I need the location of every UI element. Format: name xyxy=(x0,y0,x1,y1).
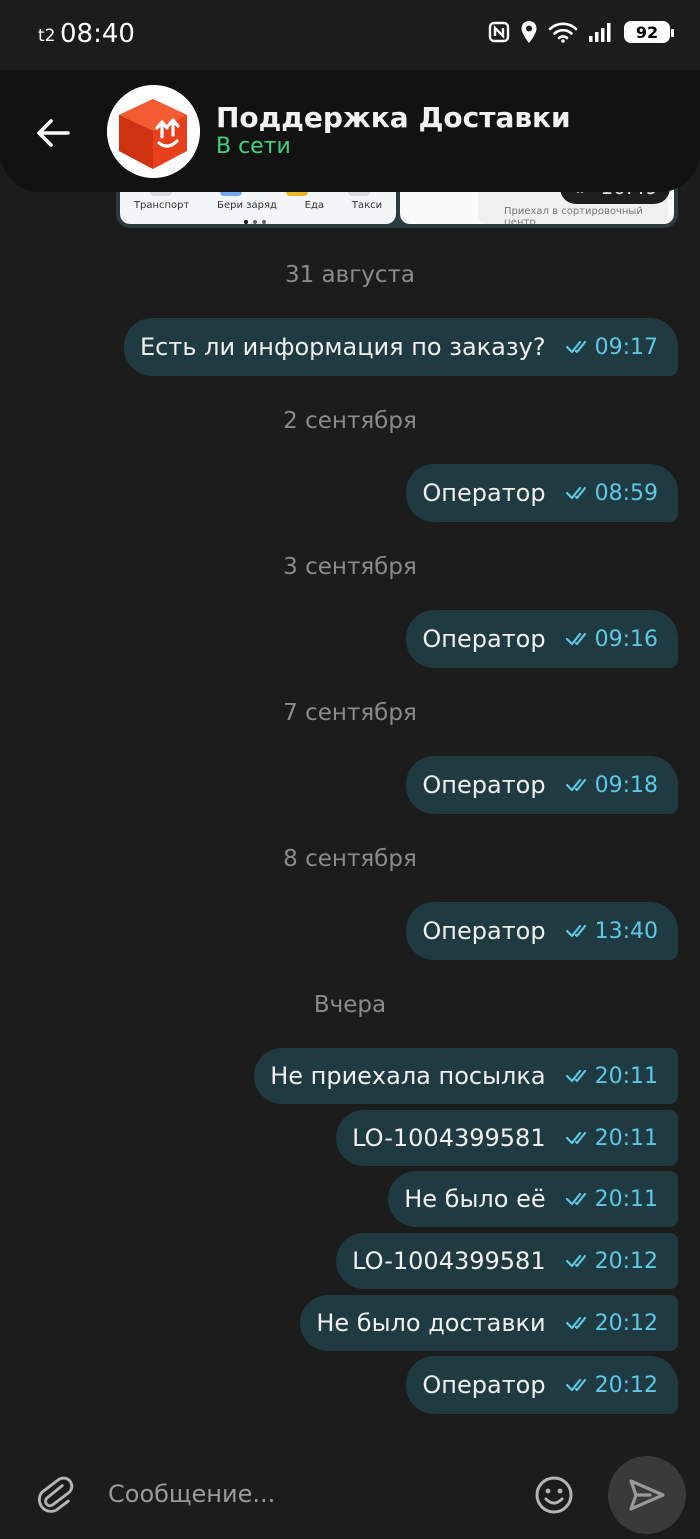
delivery-box-logo-icon xyxy=(107,85,200,178)
contact-name[interactable]: Поддержка Доставки xyxy=(216,101,571,134)
app-label: Еда xyxy=(304,200,325,211)
attach-button[interactable] xyxy=(32,1472,76,1516)
date-separator: Вчера xyxy=(313,992,387,1018)
double-check-icon xyxy=(565,1131,586,1145)
date-separator: 2 сентября xyxy=(283,408,417,434)
message-text: LO-1004399581 xyxy=(352,1247,546,1275)
message-meta: 20:11 xyxy=(565,1063,658,1089)
carrier-label: t2 xyxy=(38,26,56,46)
date-separator: 7 сентября xyxy=(283,700,417,726)
double-check-icon xyxy=(565,632,586,646)
outgoing-message[interactable]: Не было её 20:11 xyxy=(388,1171,678,1227)
message-input[interactable] xyxy=(108,1474,508,1514)
double-check-icon xyxy=(565,778,586,792)
message-text: Оператор xyxy=(422,479,546,507)
status-bar: t2 08:40 92 xyxy=(0,0,700,70)
location-icon xyxy=(521,21,537,43)
message-meta: 20:12 xyxy=(565,1372,658,1398)
outgoing-message[interactable]: Есть ли информация по заказу? 09:17 xyxy=(123,318,678,376)
message-meta: 08:59 xyxy=(565,480,658,506)
message-time: 09:16 xyxy=(594,626,658,652)
message-time: 20:11 xyxy=(594,1063,658,1089)
message-text: LO-1004399581 xyxy=(352,1124,546,1152)
message-meta: 20:11 xyxy=(565,1125,658,1151)
double-check-icon xyxy=(565,1316,586,1330)
message-time: 20:12 xyxy=(594,1248,658,1274)
message-text: Не приехала посылка xyxy=(270,1062,546,1090)
send-button[interactable] xyxy=(608,1456,686,1534)
message-text: Есть ли информация по заказу? xyxy=(139,333,546,361)
send-icon xyxy=(629,1479,665,1511)
double-check-icon xyxy=(565,924,586,938)
message-meta: 09:17 xyxy=(565,334,658,360)
message-meta: 20:11 xyxy=(565,1186,658,1212)
compose-bar xyxy=(0,1448,700,1539)
double-check-icon xyxy=(565,1378,586,1392)
signal-icon xyxy=(589,23,611,42)
message-time: 13:40 xyxy=(594,918,658,944)
message-time: 20:11 xyxy=(594,1186,658,1212)
message-text: Оператор xyxy=(422,1371,546,1399)
message-time: 08:59 xyxy=(594,480,658,506)
outgoing-message[interactable]: LO-1004399581 20:12 xyxy=(336,1233,678,1289)
message-time: 09:17 xyxy=(594,334,658,360)
message-meta: 20:12 xyxy=(565,1248,658,1274)
message-meta: 20:12 xyxy=(565,1310,658,1336)
outgoing-message[interactable]: Оператор 20:12 xyxy=(406,1356,678,1414)
message-text: Оператор xyxy=(422,771,546,799)
double-check-icon xyxy=(565,486,586,500)
outgoing-message[interactable]: Не приехала посылка 20:11 xyxy=(254,1048,678,1104)
double-check-icon xyxy=(565,1254,586,1268)
message-time: 20:12 xyxy=(594,1372,658,1398)
message-time: 20:12 xyxy=(594,1310,658,1336)
app-label: Такси xyxy=(351,200,383,211)
paperclip-icon xyxy=(37,1476,74,1513)
message-text: Не было доставки xyxy=(316,1309,546,1337)
wifi-icon xyxy=(548,22,578,43)
message-text: Оператор xyxy=(422,917,546,945)
date-separator: 8 сентября xyxy=(283,846,417,872)
message-time: 20:11 xyxy=(594,1125,658,1151)
back-button[interactable] xyxy=(30,110,76,156)
double-check-icon xyxy=(565,1069,586,1083)
message-meta: 09:16 xyxy=(565,626,658,652)
contact-status: В сети xyxy=(216,134,291,159)
chat-header: Поддержка Доставки В сети xyxy=(0,70,700,192)
carousel-dots xyxy=(244,220,266,224)
message-meta: 09:18 xyxy=(565,772,658,798)
message-text: Оператор xyxy=(422,625,546,653)
date-separator: 3 сентября xyxy=(283,554,417,580)
emoji-button[interactable] xyxy=(532,1473,576,1517)
nfc-icon xyxy=(488,21,510,43)
message-list[interactable]: 31 августа Есть ли информация по заказу? 0… xyxy=(0,0,700,1539)
app-label: Бери заряд xyxy=(217,200,277,211)
smiley-icon xyxy=(535,1476,573,1514)
message-time: 09:18 xyxy=(594,772,658,798)
outgoing-message[interactable]: Оператор 08:59 xyxy=(406,464,678,522)
outgoing-message[interactable]: Не было доставки 20:12 xyxy=(300,1295,678,1351)
battery-level: 92 xyxy=(635,22,659,42)
double-check-icon xyxy=(565,340,586,354)
tracking-card-text: Приехал в сортировочный центр xyxy=(504,206,643,224)
outgoing-message[interactable]: Оператор 13:40 xyxy=(406,902,678,960)
message-meta: 13:40 xyxy=(565,918,658,944)
double-check-icon xyxy=(565,1192,586,1206)
outgoing-message[interactable]: Оператор 09:18 xyxy=(406,756,678,814)
outgoing-message[interactable]: LO-1004399581 20:11 xyxy=(336,1110,678,1166)
outgoing-message[interactable]: Оператор 09:16 xyxy=(406,610,678,668)
arrow-left-icon xyxy=(37,119,70,147)
avatar[interactable] xyxy=(107,85,200,178)
date-separator: 31 августа xyxy=(284,262,416,288)
battery-indicator: 92 xyxy=(624,21,674,43)
status-icons: 92 xyxy=(488,20,674,44)
message-text: Не было её xyxy=(404,1185,546,1213)
app-label: Транспорт xyxy=(133,200,190,211)
app-labels: Транспорт Бери заряд Еда Такси xyxy=(120,200,396,211)
status-clock: 08:40 xyxy=(60,19,135,49)
